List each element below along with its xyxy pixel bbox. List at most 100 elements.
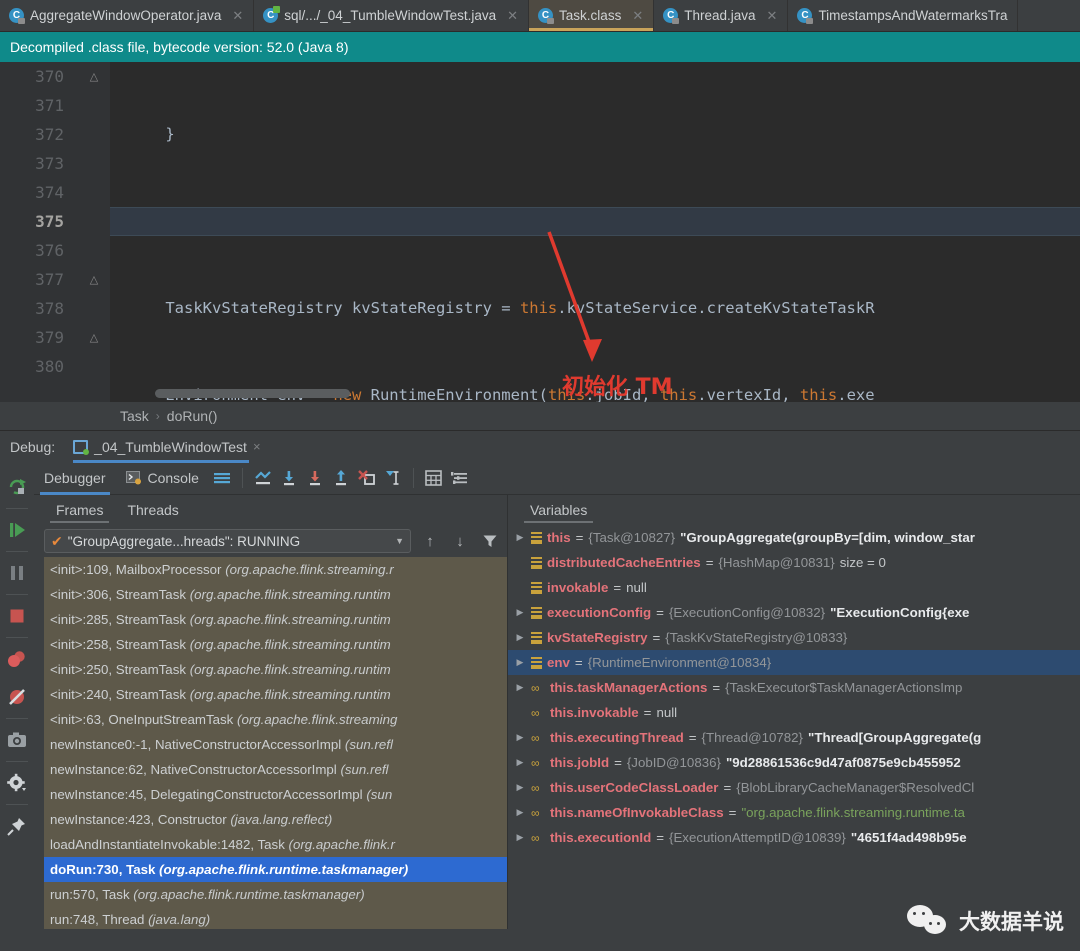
frame-list-item[interactable]: loadAndInstantiateInvokable:1482, Task (… xyxy=(44,832,507,857)
pause-program-button[interactable] xyxy=(0,554,34,592)
divider xyxy=(6,551,28,552)
frame-list-item[interactable]: newInstance:62, NativeConstructorAccesso… xyxy=(44,757,507,782)
resume-program-button[interactable] xyxy=(0,511,34,549)
editor-tab-thread-java[interactable]: Thread.java ✕ xyxy=(654,0,788,31)
expand-arrow-icon[interactable]: ▶ xyxy=(514,800,526,825)
variable-row[interactable]: distributedCacheEntries = {HashMap@10831… xyxy=(508,550,1080,575)
expand-arrow-icon[interactable]: ▶ xyxy=(514,675,526,700)
rerun-button[interactable] xyxy=(0,468,34,506)
get-thread-dump-button[interactable] xyxy=(0,721,34,759)
pin-tab-button[interactable] xyxy=(0,807,34,845)
frame-list-item[interactable]: newInstance:423, Constructor (java.lang.… xyxy=(44,807,507,832)
layout-settings-button[interactable] xyxy=(209,465,235,491)
breadcrumb-class[interactable]: Task xyxy=(120,408,149,424)
debug-session-tab[interactable]: _04_TumbleWindowTest × xyxy=(67,431,266,463)
variable-row[interactable]: invokable = null xyxy=(508,575,1080,600)
close-icon[interactable]: ✕ xyxy=(232,8,243,24)
frames-pane-tabs[interactable]: Frames Threads xyxy=(34,495,507,525)
editor-tab-timestampsandwatermarks[interactable]: TimestampsAndWatermarksTra xyxy=(788,0,1018,31)
close-icon[interactable]: ✕ xyxy=(767,8,778,24)
tab-threads[interactable]: Threads xyxy=(115,495,190,525)
variable-row[interactable]: ▶ kvStateRegistry = {TaskKvStateRegistry… xyxy=(508,625,1080,650)
tab-variables[interactable]: Variables xyxy=(518,495,599,525)
frame-list-item[interactable]: <init>:63, OneInputStreamTask (org.apach… xyxy=(44,707,507,732)
frames-filter-button[interactable] xyxy=(479,529,501,553)
stop-button[interactable] xyxy=(0,597,34,635)
frames-up-button[interactable]: ↑ xyxy=(419,529,441,553)
expand-arrow-icon[interactable]: ▶ xyxy=(514,825,526,850)
debug-side-toolbar[interactable] xyxy=(0,462,34,929)
frame-list-item[interactable]: <init>:258, StreamTask (org.apache.flink… xyxy=(44,632,507,657)
frame-list-item[interactable]: run:570, Task (org.apache.flink.runtime.… xyxy=(44,882,507,907)
settings-menu-button[interactable] xyxy=(447,465,473,491)
editor-tab-task-class[interactable]: Task.class ✕ xyxy=(529,0,654,31)
variable-row[interactable]: ∞ this.invokable = null xyxy=(508,700,1080,725)
close-icon[interactable]: × xyxy=(253,439,261,454)
variables-pane-tabs[interactable]: Variables xyxy=(508,495,1080,525)
expand-arrow-icon[interactable]: ▶ xyxy=(514,775,526,800)
editor-horizontal-scrollbar[interactable] xyxy=(110,389,1080,398)
frame-list-item[interactable]: <init>:240, StreamTask (org.apache.flink… xyxy=(44,682,507,707)
code-editor[interactable]: 370 371 372 373 374 375 376 377 378 379 … xyxy=(0,62,1080,402)
settings-button[interactable] xyxy=(0,764,34,802)
code-text-area[interactable]: } TaskKvStateRegistry kvStateRegistry = … xyxy=(110,62,1080,402)
step-over-button[interactable] xyxy=(276,465,302,491)
fold-marker-icon[interactable]: △ xyxy=(88,323,100,352)
run-to-cursor-button[interactable] xyxy=(380,465,406,491)
frame-list-item[interactable]: <init>:250, StreamTask (org.apache.flink… xyxy=(44,657,507,682)
chevron-down-icon[interactable]: ▼ xyxy=(395,536,404,546)
scrollbar-thumb[interactable] xyxy=(155,389,350,398)
close-icon[interactable]: ✕ xyxy=(632,8,643,24)
frame-list-item-selected[interactable]: doRun:730, Task (org.apache.flink.runtim… xyxy=(44,857,507,882)
variable-row[interactable]: ▶ this = {Task@10827} "GroupAggregate(gr… xyxy=(508,525,1080,550)
expand-arrow-icon[interactable]: ▶ xyxy=(514,750,526,775)
variable-row[interactable]: ▶ ∞ this.executingThread = {Thread@10782… xyxy=(508,725,1080,750)
breadcrumb[interactable]: Task › doRun() xyxy=(0,402,1080,430)
close-icon[interactable]: ✕ xyxy=(507,8,518,24)
breadcrumb-method[interactable]: doRun() xyxy=(167,408,218,424)
thread-selector-row[interactable]: ✔ "GroupAggregate...hreads": RUNNING ▼ ↑… xyxy=(34,525,507,557)
editor-tab-aggregatewindowoperator[interactable]: AggregateWindowOperator.java ✕ xyxy=(0,0,254,31)
evaluate-expression-button[interactable] xyxy=(421,465,447,491)
tab-frames[interactable]: Frames xyxy=(44,495,115,525)
force-step-into-button[interactable] xyxy=(354,465,380,491)
tab-console[interactable]: Console xyxy=(116,462,209,495)
fold-marker-icon[interactable]: △ xyxy=(88,62,100,91)
frame-list-item[interactable]: <init>:109, MailboxProcessor (org.apache… xyxy=(44,557,507,582)
fold-marker-icon[interactable]: △ xyxy=(88,265,100,294)
view-breakpoints-button[interactable] xyxy=(0,640,34,678)
frame-list-item[interactable]: newInstance0:-1, NativeConstructorAccess… xyxy=(44,732,507,757)
step-into-button[interactable] xyxy=(302,465,328,491)
editor-tab-tumblewindowtest[interactable]: sql/.../_04_TumbleWindowTest.java ✕ xyxy=(254,0,529,31)
frame-list-item[interactable]: run:748, Thread (java.lang) xyxy=(44,907,507,929)
variables-list[interactable]: ▶ this = {Task@10827} "GroupAggregate(gr… xyxy=(508,525,1080,929)
editor-gutter[interactable]: 370 371 372 373 374 375 376 377 378 379 … xyxy=(0,62,110,402)
editor-tab-bar[interactable]: AggregateWindowOperator.java ✕ sql/.../_… xyxy=(0,0,1080,32)
frame-list-item[interactable]: <init>:285, StreamTask (org.apache.flink… xyxy=(44,607,507,632)
variable-row[interactable]: ▶ ∞ this.executionId = {ExecutionAttempt… xyxy=(508,825,1080,850)
frame-list-item[interactable]: newInstance:45, DelegatingConstructorAcc… xyxy=(44,782,507,807)
variable-row[interactable]: ▶ ∞ this.jobId = {JobID@10836} "9d288615… xyxy=(508,750,1080,775)
variable-value: "Thread[GroupAggregate(g xyxy=(808,725,981,750)
equals-sign: = xyxy=(689,725,697,750)
expand-arrow-icon[interactable]: ▶ xyxy=(514,525,526,550)
frame-list-item[interactable]: <init>:306, StreamTask (org.apache.flink… xyxy=(44,582,507,607)
variable-row[interactable]: ▶ executionConfig = {ExecutionConfig@108… xyxy=(508,600,1080,625)
frames-down-button[interactable]: ↓ xyxy=(449,529,471,553)
expand-arrow-icon[interactable]: ▶ xyxy=(514,600,526,625)
variable-row[interactable]: ▶ ∞ this.taskManagerActions = {TaskExecu… xyxy=(508,675,1080,700)
expand-arrow-icon[interactable]: ▶ xyxy=(514,625,526,650)
variable-row[interactable]: ▶ ∞ this.nameOfInvokableClass = "org.apa… xyxy=(508,800,1080,825)
variable-row-selected[interactable]: ▶ env = {RuntimeEnvironment@10834} xyxy=(508,650,1080,675)
step-out-button[interactable] xyxy=(328,465,354,491)
variable-row[interactable]: ▶ ∞ this.userCodeClassLoader = {BlobLibr… xyxy=(508,775,1080,800)
mute-breakpoints-button[interactable] xyxy=(0,678,34,716)
show-execution-point-button[interactable] xyxy=(250,465,276,491)
debugger-toolbar[interactable]: Debugger Console xyxy=(34,462,1080,495)
thread-selector-dropdown[interactable]: ✔ "GroupAggregate...hreads": RUNNING ▼ xyxy=(44,529,411,553)
expand-arrow-icon[interactable]: ▶ xyxy=(514,650,526,675)
tab-debugger[interactable]: Debugger xyxy=(34,462,116,495)
expand-arrow-icon[interactable]: ▶ xyxy=(514,725,526,750)
frames-list[interactable]: <init>:109, MailboxProcessor (org.apache… xyxy=(44,557,507,929)
equals-sign: = xyxy=(575,650,583,675)
